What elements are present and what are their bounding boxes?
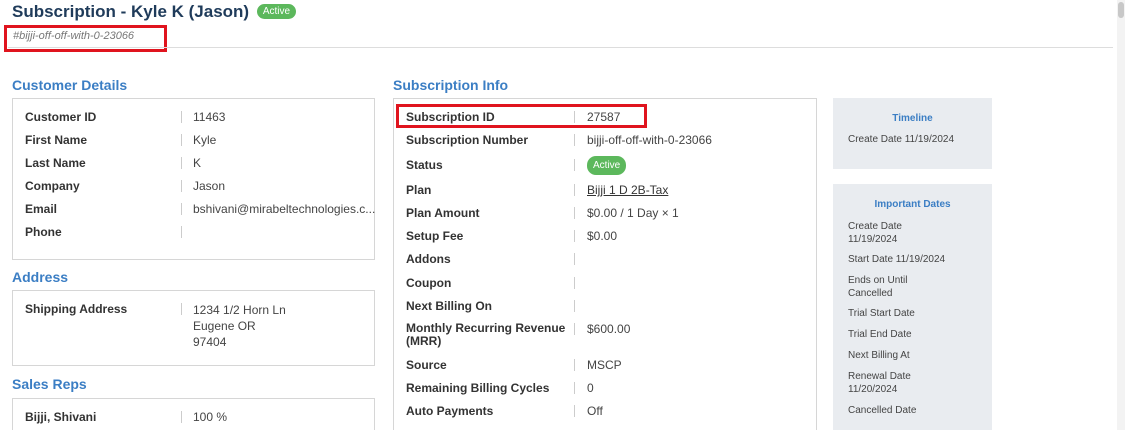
- important-date-trial-end: Trial End Date: [848, 329, 912, 340]
- address-title: Address: [12, 269, 69, 285]
- important-date-ends: Ends on Until Cancelled: [848, 275, 908, 299]
- important-date-trial-start: Trial Start Date: [848, 308, 915, 319]
- address-card: Shipping Address 1234 1/2 Horn Ln Eugene…: [12, 290, 375, 366]
- timeline-title: Timeline: [892, 113, 933, 124]
- sales-reps-card: Bijji, Shivani 100 %: [12, 398, 375, 430]
- page-title: Subscription - Kyle K (Jason) Active: [12, 2, 297, 22]
- plan-link[interactable]: Bijji 1 D 2B-Tax: [587, 183, 668, 197]
- important-date-cancelled: Cancelled Date: [848, 405, 917, 416]
- subscription-id-highlight: [396, 104, 647, 128]
- status-badge: Active: [256, 4, 297, 19]
- important-date-next-billing: Next Billing At: [848, 350, 910, 361]
- important-date-renewal: Renewal Date 11/20/2024: [848, 371, 911, 395]
- important-date-create: Create Date 11/19/2024: [848, 221, 902, 245]
- subscription-info-card: Subscription ID 27587 Subscription Numbe…: [393, 98, 817, 430]
- important-dates-panel: Important Dates Create Date 11/19/2024 S…: [833, 184, 992, 430]
- customer-details-card: Customer ID 11463 First Name Kyle Last N…: [12, 98, 375, 260]
- scrollbar[interactable]: [1117, 0, 1125, 430]
- sales-reps-title: Sales Reps: [12, 376, 87, 392]
- subscription-info-title: Subscription Info: [393, 77, 509, 93]
- timeline-create-date: Create Date 11/19/2024: [848, 134, 955, 145]
- important-dates-title: Important Dates: [874, 199, 951, 210]
- shipping-address-value: 1234 1/2 Horn Ln Eugene OR 97404: [193, 303, 286, 349]
- header-divider: [8, 47, 1113, 48]
- timeline-panel: Timeline Create Date 11/19/2024: [833, 98, 992, 169]
- subscription-slug: #bijji-off-off-with-0-23066: [13, 30, 135, 42]
- important-date-start: Start Date 11/19/2024: [848, 254, 946, 265]
- page-title-text: Subscription - Kyle K (Jason): [12, 2, 250, 21]
- scrollbar-thumb[interactable]: [1118, 2, 1124, 18]
- customer-details-title: Customer Details: [12, 77, 128, 93]
- status-badge: Active: [587, 156, 627, 175]
